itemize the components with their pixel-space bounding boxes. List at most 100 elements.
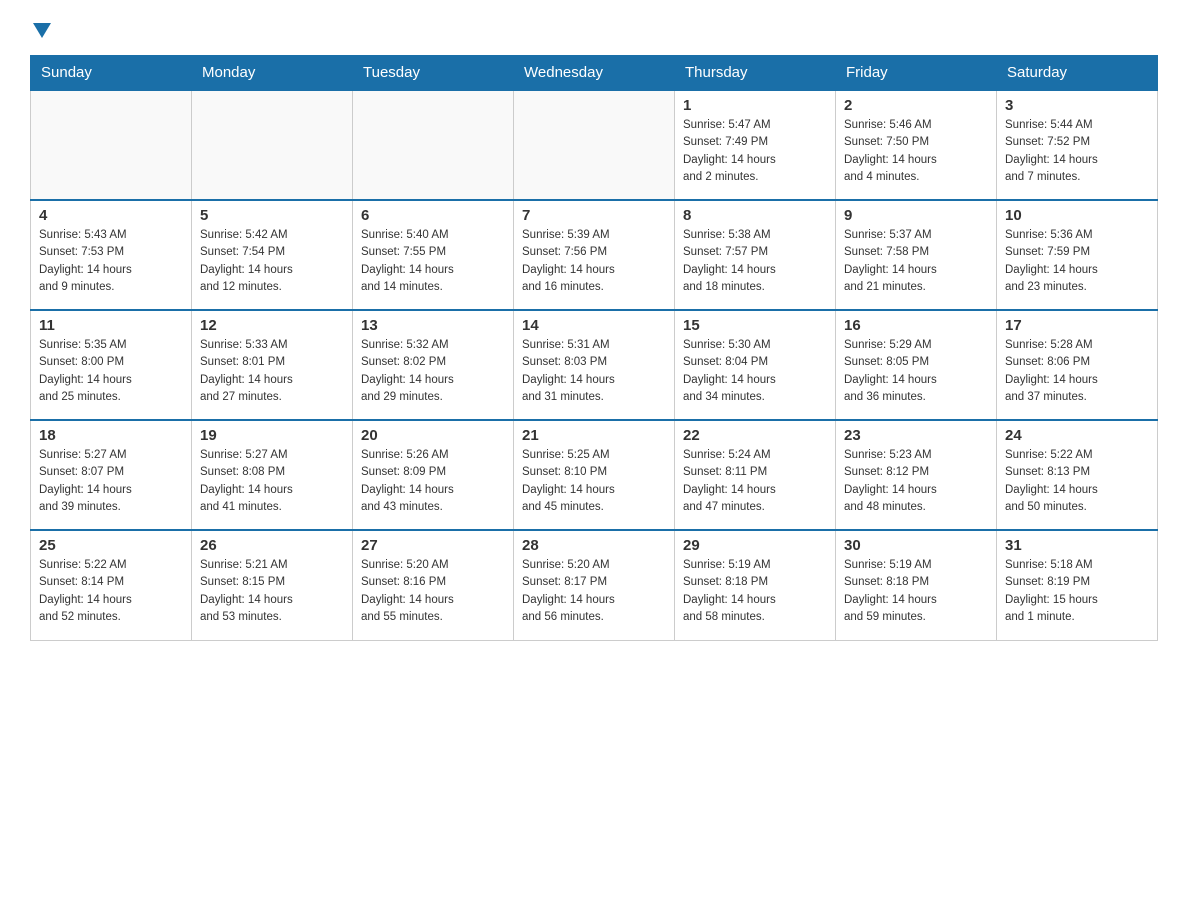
calendar-cell: 12 Sunrise: 5:33 AM Sunset: 8:01 PM Dayli… — [192, 310, 353, 420]
day-info: Sunrise: 5:26 AM Sunset: 8:09 PM Dayligh… — [361, 447, 505, 516]
day-info: Sunrise: 5:44 AM Sunset: 7:52 PM Dayligh… — [1005, 117, 1149, 186]
day-info: Sunrise: 5:38 AM Sunset: 7:57 PM Dayligh… — [683, 227, 827, 296]
day-number: 28 — [522, 537, 666, 554]
calendar-cell: 30Sunrise: 5:19 AM Sunset: 8:18 PM Dayli… — [836, 530, 997, 640]
day-number: 8 — [683, 207, 827, 224]
day-info: Sunrise: 5:39 AM Sunset: 7:56 PM Dayligh… — [522, 227, 666, 296]
day-number: 19 — [200, 427, 344, 444]
week-row-4: 18 Sunrise: 5:27 AM Sunset: 8:07 PM Dayli… — [31, 420, 1158, 530]
day-info: Sunrise: 5:21 AM Sunset: 8:15 PM Dayligh… — [200, 557, 344, 626]
page-header — [30, 20, 1158, 35]
calendar-cell: 1Sunrise: 5:47 AM Sunset: 7:49 PM Daylig… — [675, 90, 836, 200]
day-info: Sunrise: 5:28 AM Sunset: 8:06 PM Dayligh… — [1005, 337, 1149, 406]
day-info: Sunrise: 5:32 AM Sunset: 8:02 PM Dayligh… — [361, 337, 505, 406]
calendar-header-row: SundayMondayTuesdayWednesdayThursdayFrid… — [31, 56, 1158, 91]
day-number: 13 — [361, 317, 505, 334]
day-info: Sunrise: 5:33 AM Sunset: 8:01 PM Dayligh… — [200, 337, 344, 406]
day-info: Sunrise: 5:29 AM Sunset: 8:05 PM Dayligh… — [844, 337, 988, 406]
calendar-header-sunday: Sunday — [31, 56, 192, 91]
calendar-cell: 10 Sunrise: 5:36 AM Sunset: 7:59 PM Dayli… — [997, 200, 1158, 310]
calendar-cell: 4 Sunrise: 5:43 AM Sunset: 7:53 PM Daylig… — [31, 200, 192, 310]
day-number: 11 — [39, 317, 183, 334]
calendar-cell: 7 Sunrise: 5:39 AM Sunset: 7:56 PM Daylig… — [514, 200, 675, 310]
day-info: Sunrise: 5:25 AM Sunset: 8:10 PM Dayligh… — [522, 447, 666, 516]
day-number: 4 — [39, 207, 183, 224]
day-info: Sunrise: 5:40 AM Sunset: 7:55 PM Dayligh… — [361, 227, 505, 296]
calendar-cell: 21 Sunrise: 5:25 AM Sunset: 8:10 PM Dayli… — [514, 420, 675, 530]
day-info: Sunrise: 5:37 AM Sunset: 7:58 PM Dayligh… — [844, 227, 988, 296]
day-info: Sunrise: 5:35 AM Sunset: 8:00 PM Dayligh… — [39, 337, 183, 406]
calendar-cell: 13 Sunrise: 5:32 AM Sunset: 8:02 PM Dayli… — [353, 310, 514, 420]
day-number: 18 — [39, 427, 183, 444]
calendar-cell: 2 Sunrise: 5:46 AM Sunset: 7:50 PM Daylig… — [836, 90, 997, 200]
week-row-3: 11 Sunrise: 5:35 AM Sunset: 8:00 PM Dayli… — [31, 310, 1158, 420]
day-info: Sunrise: 5:46 AM Sunset: 7:50 PM Dayligh… — [844, 117, 988, 186]
day-info: Sunrise: 5:20 AM Sunset: 8:17 PM Dayligh… — [522, 557, 666, 626]
logo — [30, 20, 51, 35]
calendar-cell: 25Sunrise: 5:22 AM Sunset: 8:14 PM Dayli… — [31, 530, 192, 640]
day-info: Sunrise: 5:23 AM Sunset: 8:12 PM Dayligh… — [844, 447, 988, 516]
day-number: 31 — [1005, 537, 1149, 554]
day-number: 26 — [200, 537, 344, 554]
calendar-cell — [353, 90, 514, 200]
day-number: 21 — [522, 427, 666, 444]
day-number: 16 — [844, 317, 988, 334]
day-number: 7 — [522, 207, 666, 224]
calendar-header-friday: Friday — [836, 56, 997, 91]
calendar-cell: 15Sunrise: 5:30 AM Sunset: 8:04 PM Dayli… — [675, 310, 836, 420]
calendar-cell: 3Sunrise: 5:44 AM Sunset: 7:52 PM Daylig… — [997, 90, 1158, 200]
calendar-cell — [192, 90, 353, 200]
day-number: 22 — [683, 427, 827, 444]
day-number: 27 — [361, 537, 505, 554]
calendar-cell: 8 Sunrise: 5:38 AM Sunset: 7:57 PM Daylig… — [675, 200, 836, 310]
calendar-cell: 31 Sunrise: 5:18 AM Sunset: 8:19 PM Dayli… — [997, 530, 1158, 640]
calendar-cell: 19 Sunrise: 5:27 AM Sunset: 8:08 PM Dayli… — [192, 420, 353, 530]
day-info: Sunrise: 5:18 AM Sunset: 8:19 PM Dayligh… — [1005, 557, 1149, 626]
calendar-cell: 6 Sunrise: 5:40 AM Sunset: 7:55 PM Daylig… — [353, 200, 514, 310]
calendar-cell: 11 Sunrise: 5:35 AM Sunset: 8:00 PM Dayli… — [31, 310, 192, 420]
week-row-2: 4 Sunrise: 5:43 AM Sunset: 7:53 PM Daylig… — [31, 200, 1158, 310]
calendar-cell: 14 Sunrise: 5:31 AM Sunset: 8:03 PM Dayli… — [514, 310, 675, 420]
day-number: 29 — [683, 537, 827, 554]
day-number: 25 — [39, 537, 183, 554]
calendar-cell: 22 Sunrise: 5:24 AM Sunset: 8:11 PM Dayli… — [675, 420, 836, 530]
day-info: Sunrise: 5:36 AM Sunset: 7:59 PM Dayligh… — [1005, 227, 1149, 296]
calendar-table: SundayMondayTuesdayWednesdayThursdayFrid… — [30, 55, 1158, 641]
day-info: Sunrise: 5:19 AM Sunset: 8:18 PM Dayligh… — [844, 557, 988, 626]
day-info: Sunrise: 5:27 AM Sunset: 8:07 PM Dayligh… — [39, 447, 183, 516]
day-info: Sunrise: 5:24 AM Sunset: 8:11 PM Dayligh… — [683, 447, 827, 516]
calendar-cell — [514, 90, 675, 200]
day-number: 9 — [844, 207, 988, 224]
calendar-cell: 26 Sunrise: 5:21 AM Sunset: 8:15 PM Dayli… — [192, 530, 353, 640]
calendar-cell: 27Sunrise: 5:20 AM Sunset: 8:16 PM Dayli… — [353, 530, 514, 640]
calendar-cell: 16 Sunrise: 5:29 AM Sunset: 8:05 PM Dayli… — [836, 310, 997, 420]
day-number: 14 — [522, 317, 666, 334]
day-number: 12 — [200, 317, 344, 334]
day-number: 23 — [844, 427, 988, 444]
day-number: 17 — [1005, 317, 1149, 334]
calendar-cell: 23 Sunrise: 5:23 AM Sunset: 8:12 PM Dayli… — [836, 420, 997, 530]
day-info: Sunrise: 5:22 AM Sunset: 8:13 PM Dayligh… — [1005, 447, 1149, 516]
calendar-header-thursday: Thursday — [675, 56, 836, 91]
calendar-header-saturday: Saturday — [997, 56, 1158, 91]
calendar-header-wednesday: Wednesday — [514, 56, 675, 91]
day-info: Sunrise: 5:27 AM Sunset: 8:08 PM Dayligh… — [200, 447, 344, 516]
week-row-1: 1Sunrise: 5:47 AM Sunset: 7:49 PM Daylig… — [31, 90, 1158, 200]
calendar-cell: 20 Sunrise: 5:26 AM Sunset: 8:09 PM Dayli… — [353, 420, 514, 530]
day-info: Sunrise: 5:19 AM Sunset: 8:18 PM Dayligh… — [683, 557, 827, 626]
week-row-5: 25Sunrise: 5:22 AM Sunset: 8:14 PM Dayli… — [31, 530, 1158, 640]
day-info: Sunrise: 5:31 AM Sunset: 8:03 PM Dayligh… — [522, 337, 666, 406]
day-number: 15 — [683, 317, 827, 334]
day-number: 20 — [361, 427, 505, 444]
calendar-cell: 5Sunrise: 5:42 AM Sunset: 7:54 PM Daylig… — [192, 200, 353, 310]
day-info: Sunrise: 5:42 AM Sunset: 7:54 PM Dayligh… — [200, 227, 344, 296]
calendar-cell: 24 Sunrise: 5:22 AM Sunset: 8:13 PM Dayli… — [997, 420, 1158, 530]
day-number: 2 — [844, 97, 988, 114]
calendar-cell: 28 Sunrise: 5:20 AM Sunset: 8:17 PM Dayli… — [514, 530, 675, 640]
day-info: Sunrise: 5:43 AM Sunset: 7:53 PM Dayligh… — [39, 227, 183, 296]
day-info: Sunrise: 5:47 AM Sunset: 7:49 PM Dayligh… — [683, 117, 827, 186]
calendar-cell: 17 Sunrise: 5:28 AM Sunset: 8:06 PM Dayli… — [997, 310, 1158, 420]
day-number: 6 — [361, 207, 505, 224]
day-number: 24 — [1005, 427, 1149, 444]
day-number: 10 — [1005, 207, 1149, 224]
